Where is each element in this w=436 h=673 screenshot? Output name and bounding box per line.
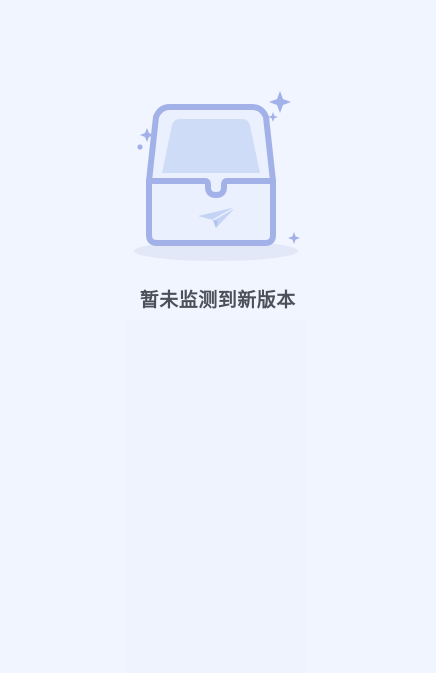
content-panel: [127, 320, 305, 673]
empty-state-message: 暂未监测到新版本: [139, 289, 296, 311]
sparkle-bottom-icon: [288, 232, 300, 244]
sparkle-large-icon: [269, 91, 291, 113]
update-check-screen: 暂未监测到新版本: [0, 0, 436, 673]
sparkle-small-top-icon: [268, 112, 278, 122]
sparkle-dot-icon: [137, 144, 143, 150]
empty-inbox-icon: [134, 91, 300, 261]
inbox-inner-tray: [162, 119, 260, 173]
